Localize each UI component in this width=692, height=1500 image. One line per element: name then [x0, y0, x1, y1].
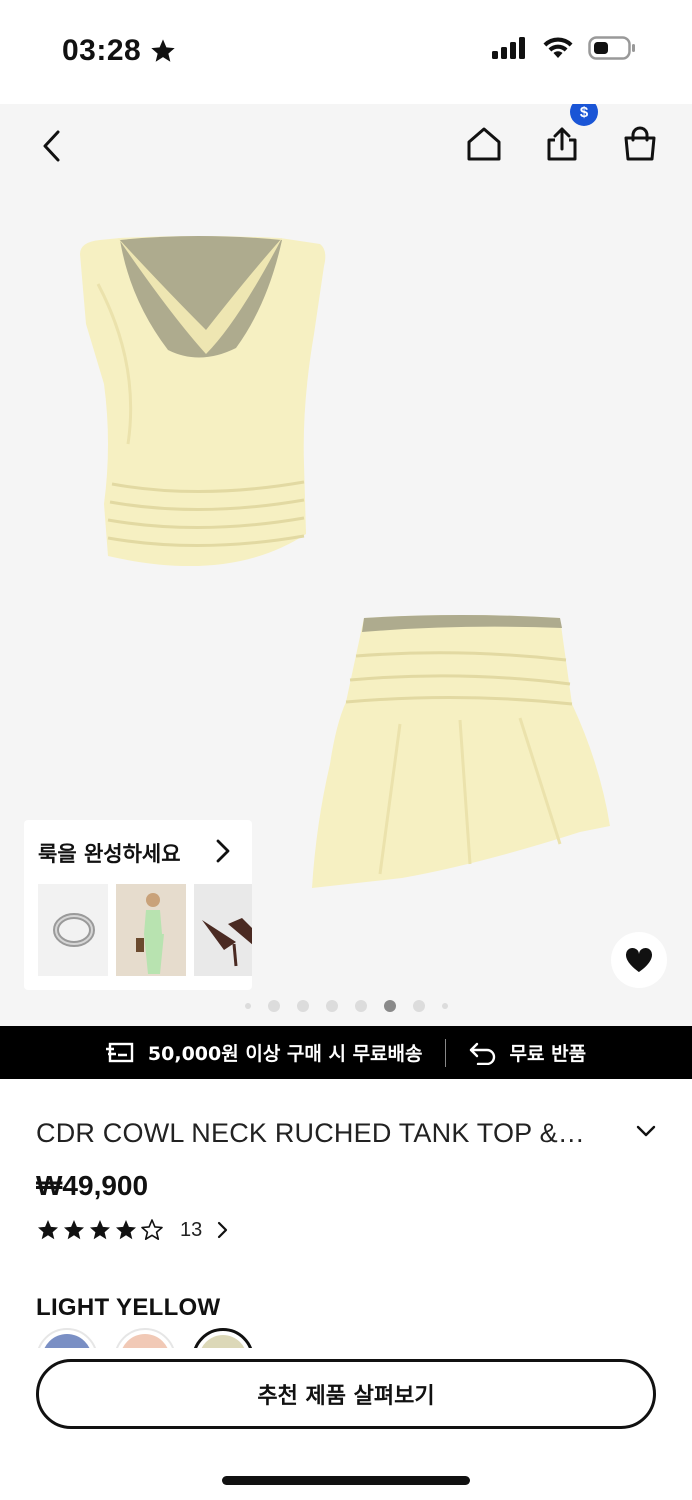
star-filled-icon: [116, 1220, 136, 1240]
carousel-dot[interactable]: [441, 1003, 448, 1009]
look-thumbnails: [38, 884, 252, 976]
wishlist-button[interactable]: [611, 932, 667, 988]
shopping-bag-icon: [624, 126, 656, 161]
status-time: 03:28: [62, 34, 177, 68]
product-image-carousel[interactable]: $ 룩을 완성하세요: [0, 104, 692, 1026]
carousel-dot[interactable]: [354, 1000, 367, 1012]
home-indicator: [222, 1476, 470, 1485]
star-empty-icon: [141, 1219, 163, 1240]
look-card-title: 룩을 완성하세요: [38, 842, 181, 866]
color-swatch-pink[interactable]: [114, 1328, 176, 1348]
carousel-dot[interactable]: [296, 1000, 309, 1012]
product-title: CDR COWL NECK RUCHED TANK TOP &…: [36, 1118, 585, 1148]
heart-icon: [625, 947, 653, 972]
battery-icon: [588, 36, 635, 60]
reviews-link-icon: [216, 1221, 228, 1239]
chevron-right-icon: [216, 839, 230, 863]
complete-the-look-card[interactable]: 룩을 완성하세요: [24, 820, 252, 990]
cta-label: 추천 제품 살펴보기: [257, 1384, 435, 1409]
carousel-dot[interactable]: [244, 1003, 251, 1009]
home-icon: [467, 127, 501, 161]
skirt-image: [312, 615, 610, 888]
carousel-dot-active[interactable]: [383, 1000, 396, 1012]
color-swatch-blue[interactable]: [36, 1328, 98, 1348]
free-shipping-text: 50,000원 이상 구매 시 무료배송: [147, 1043, 423, 1065]
share-icon: [547, 127, 577, 161]
carousel-pagination: [0, 1000, 692, 1012]
heels-image: [194, 884, 252, 976]
model-image: [116, 884, 186, 976]
color-swatches: [36, 1328, 692, 1348]
chevron-down-icon: [636, 1125, 656, 1137]
look-thumb-model[interactable]: [116, 884, 186, 976]
status-indicators: [492, 36, 636, 60]
chevron-right-icon: [218, 1221, 228, 1239]
ring-image: [38, 884, 108, 976]
status-bar: 03:28: [0, 0, 692, 104]
star-filled-icon: [90, 1220, 110, 1240]
wifi-icon: [543, 37, 573, 58]
signal-icon: [492, 37, 525, 59]
promo-divider: [444, 1038, 446, 1067]
return-arrow-icon: [469, 1042, 495, 1065]
product-rating[interactable]: 13: [36, 1218, 228, 1242]
chevron-left-icon: [43, 130, 60, 162]
shopping-bag-button[interactable]: [618, 122, 662, 166]
free-shipping-info[interactable]: 50,000원 이상 구매 시 무료배송: [105, 1039, 423, 1066]
promo-bar: 50,000원 이상 구매 시 무료배송 무료 반품: [0, 1026, 692, 1079]
tank-top-image: [80, 236, 326, 567]
product-price: ₩49,900: [36, 1170, 149, 1201]
free-returns-info[interactable]: 무료 반품: [468, 1039, 587, 1066]
back-button[interactable]: [30, 124, 74, 168]
free-returns-text: 무료 반품: [509, 1043, 587, 1065]
carousel-dot[interactable]: [325, 1000, 338, 1012]
home-button[interactable]: [462, 122, 506, 166]
look-thumb-ring[interactable]: [38, 884, 108, 976]
look-thumb-heels[interactable]: [194, 884, 252, 976]
review-count: 13: [180, 1218, 203, 1241]
carousel-dot[interactable]: [412, 1000, 425, 1012]
selected-color-name: LIGHT YELLOW: [36, 1294, 221, 1321]
star-filled-icon: [64, 1220, 84, 1240]
star-icon: [151, 39, 175, 62]
star-filled-icon: [38, 1220, 58, 1240]
reward-badge: $: [570, 104, 598, 126]
expand-title-button[interactable]: [636, 1124, 656, 1143]
share-button[interactable]: $: [540, 104, 598, 166]
carousel-dot[interactable]: [267, 1000, 280, 1012]
clock-label: 03:28: [62, 34, 142, 67]
color-swatch-yellow-selected[interactable]: [192, 1328, 254, 1348]
delivery-truck-icon: [105, 1042, 134, 1062]
browse-recommended-button[interactable]: 추천 제품 살펴보기: [36, 1359, 656, 1429]
